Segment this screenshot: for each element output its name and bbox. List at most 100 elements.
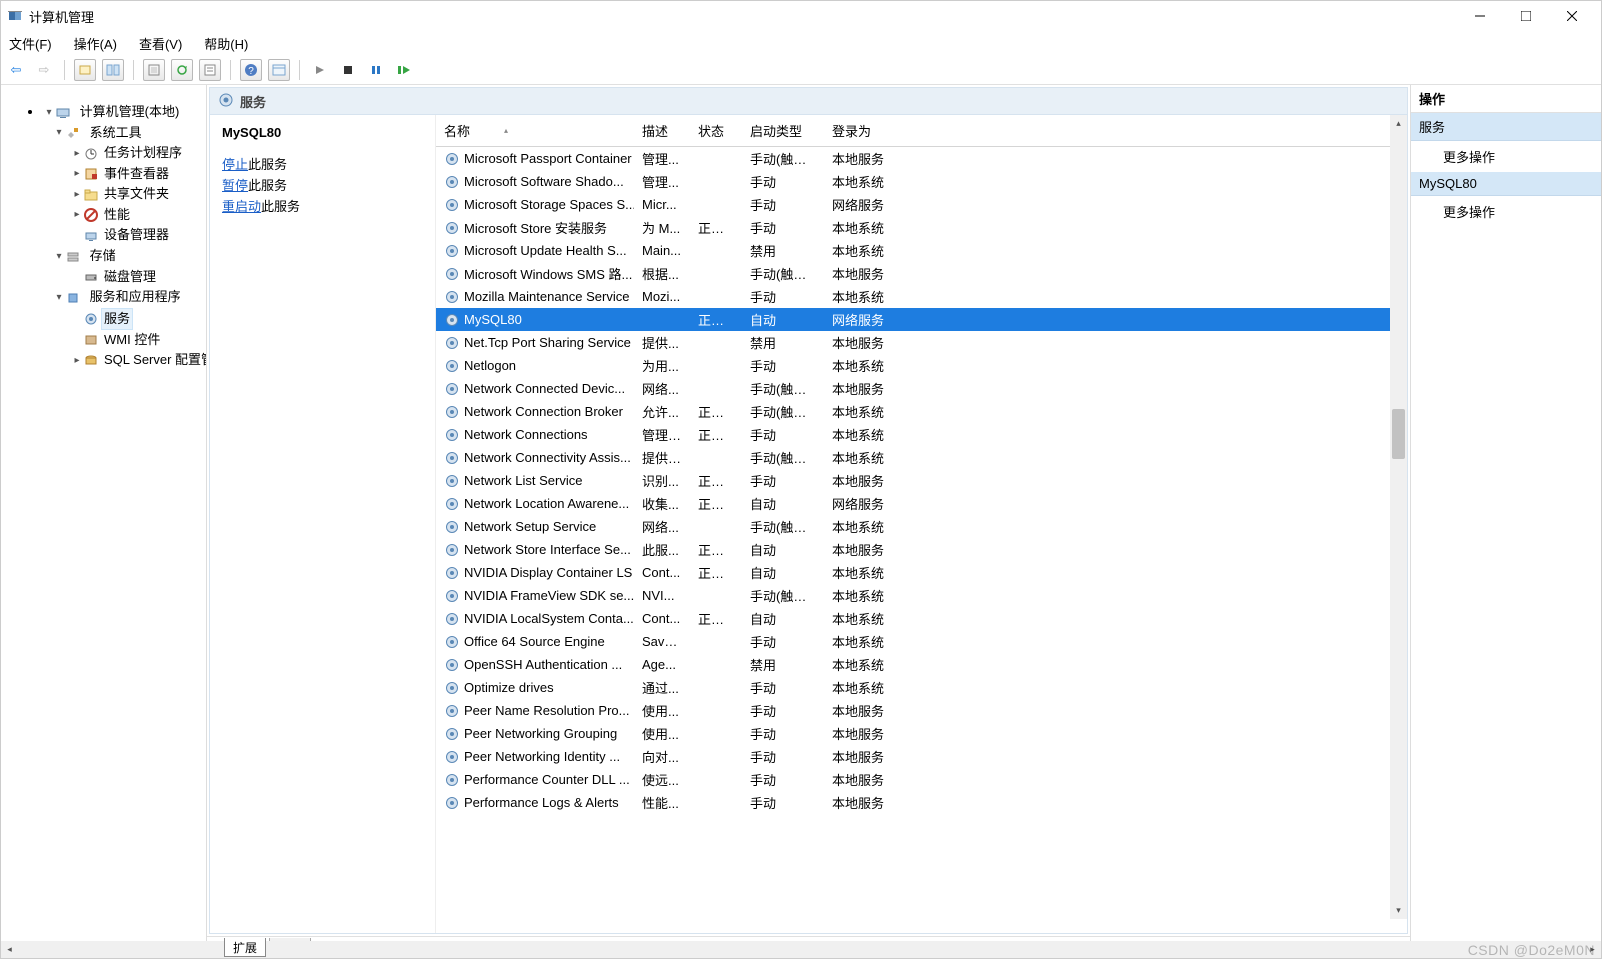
gear-icon [444, 565, 460, 581]
service-status: 正在... [690, 310, 742, 329]
tree-storage[interactable]: 存储 [87, 246, 119, 266]
service-row[interactable]: Network Location Awarene...收集...正在...自动网… [436, 492, 1407, 515]
service-row[interactable]: Network Connection Broker允许...正在...手动(触发… [436, 400, 1407, 423]
service-row[interactable]: Network Setup Service网络...手动(触发...本地系统 [436, 515, 1407, 538]
tree-performance[interactable]: 性能 [101, 205, 133, 225]
prop-button[interactable] [74, 59, 96, 81]
service-row[interactable]: NVIDIA LocalSystem Conta...Cont...正在...自… [436, 607, 1407, 630]
service-row[interactable]: Microsoft Storage Spaces S...Micr...手动网络… [436, 193, 1407, 216]
tab-extended[interactable]: 扩展 [224, 938, 266, 957]
service-startup: 手动 [742, 724, 824, 743]
service-desc: 使远... [634, 770, 690, 789]
service-logon: 本地系统 [824, 241, 934, 260]
service-row[interactable]: Microsoft Windows SMS 路...根据...手动(触发...本… [436, 262, 1407, 285]
service-logon: 本地系统 [824, 632, 934, 651]
service-logon: 本地服务 [824, 540, 934, 559]
service-name: Performance Logs & Alerts [464, 795, 619, 810]
tree-event-viewer[interactable]: 事件查看器 [101, 164, 172, 184]
forward-button[interactable]: ⇨ [33, 59, 55, 81]
service-row[interactable]: Microsoft Software Shado...管理...手动本地系统 [436, 170, 1407, 193]
service-status: 正在... [690, 494, 742, 513]
tree-services[interactable]: 服务 [101, 308, 133, 330]
close-button[interactable] [1549, 1, 1595, 31]
props-icon[interactable] [199, 59, 221, 81]
col-logon[interactable]: 登录为 [824, 115, 934, 146]
service-row[interactable]: Peer Networking Grouping使用...手动本地服务 [436, 722, 1407, 745]
refresh-button[interactable] [171, 59, 193, 81]
restart-button[interactable] [393, 59, 415, 81]
service-row[interactable]: Performance Logs & Alerts性能...手动本地服务 [436, 791, 1407, 814]
service-desc: Cont... [634, 565, 690, 580]
service-row[interactable]: Microsoft Store 安装服务为 M...正在...手动本地系统 [436, 216, 1407, 239]
service-row[interactable]: Network List Service识别...正在...手动本地服务 [436, 469, 1407, 492]
tree-wmi[interactable]: WMI 控件 [101, 330, 163, 350]
tree-shared-folders[interactable]: 共享文件夹 [101, 184, 172, 204]
service-row[interactable]: Network Store Interface Se...此服...正在...自… [436, 538, 1407, 561]
menu-help[interactable]: 帮助(H) [200, 32, 252, 55]
service-name: Network Connections [464, 427, 588, 442]
service-row[interactable]: Netlogon为用...手动本地系统 [436, 354, 1407, 377]
tree-sql-config[interactable]: SQL Server 配置管理器 [101, 350, 207, 370]
help-button[interactable]: ? [240, 59, 262, 81]
restart-link[interactable]: 重启动 [222, 199, 261, 214]
col-name[interactable]: 名称▴ [436, 115, 634, 146]
service-desc: 性能... [634, 793, 690, 812]
service-list[interactable]: 名称▴ 描述 状态 启动类型 登录为 Microsoft Passport Co… [436, 115, 1407, 933]
tree-task-scheduler[interactable]: 任务计划程序 [101, 143, 185, 163]
col-startup[interactable]: 启动类型 [742, 115, 824, 146]
service-logon: 本地服务 [824, 471, 934, 490]
menu-file[interactable]: 文件(F) [5, 32, 56, 55]
service-row[interactable]: Performance Counter DLL ...使远...手动本地服务 [436, 768, 1407, 791]
service-row[interactable]: NVIDIA FrameView SDK se...NVI...手动(触发...… [436, 584, 1407, 607]
service-row[interactable]: OpenSSH Authentication ...Age...禁用本地系统 [436, 653, 1407, 676]
stop-button[interactable] [337, 59, 359, 81]
actions-more-2[interactable]: 更多操作 [1411, 196, 1601, 227]
tree-disk-mgr[interactable]: 磁盘管理 [101, 267, 159, 287]
play-button[interactable] [309, 59, 331, 81]
gear-icon [444, 381, 460, 397]
service-logon: 本地系统 [824, 287, 934, 306]
service-row[interactable]: Network Connectivity Assis...提供 ...手动(触发… [436, 446, 1407, 469]
pause-button[interactable] [365, 59, 387, 81]
service-logon: 本地服务 [824, 701, 934, 720]
service-startup: 手动 [742, 678, 824, 697]
service-row[interactable]: Microsoft Update Health S...Main...禁用本地系… [436, 239, 1407, 262]
service-row[interactable]: Office 64 Source EngineSave...手动本地系统 [436, 630, 1407, 653]
service-row[interactable]: MySQL80正在...自动网络服务 [436, 308, 1407, 331]
service-row[interactable]: NVIDIA Display Container LSCont...正在...自… [436, 561, 1407, 584]
actions-header: 操作 [1411, 85, 1601, 113]
service-row[interactable]: Microsoft Passport Container管理...手动(触发..… [436, 147, 1407, 170]
show-hide-button[interactable] [102, 59, 124, 81]
service-startup: 手动 [742, 793, 824, 812]
svg-text:?: ? [248, 66, 254, 77]
col-desc[interactable]: 描述 [634, 115, 690, 146]
minimize-button[interactable] [1457, 1, 1503, 31]
tools-icon [65, 125, 81, 141]
gear-icon [444, 680, 460, 696]
service-row[interactable]: Mozilla Maintenance ServiceMozi...手动本地系统 [436, 285, 1407, 308]
col-status[interactable]: 状态 [690, 115, 742, 146]
tree-device-mgr[interactable]: 设备管理器 [101, 225, 172, 245]
menu-operate[interactable]: 操作(A) [70, 32, 121, 55]
service-logon: 本地系统 [824, 517, 934, 536]
service-row[interactable]: Network Connections管理"...正在...手动本地系统 [436, 423, 1407, 446]
pause-link[interactable]: 暂停 [222, 178, 248, 193]
tree-system-tools[interactable]: 系统工具 [87, 123, 145, 143]
tree-root[interactable]: 计算机管理(本地) [77, 102, 183, 122]
service-row[interactable]: Optimize drives通过...手动本地系统 [436, 676, 1407, 699]
scrollbar-thumb[interactable] [1392, 409, 1405, 459]
service-row[interactable]: Network Connected Devic...网络...手动(触发...本… [436, 377, 1407, 400]
back-button[interactable]: ⇦ [5, 59, 27, 81]
export-button[interactable] [143, 59, 165, 81]
tree-pane[interactable]: ▾ 计算机管理(本地) ▾ 系统工具 ▸任务计划程序 ▸事件查看器 ▸共享文件夹… [1, 85, 207, 958]
vertical-scrollbar[interactable]: ▴ ▾ [1390, 115, 1407, 919]
menu-view[interactable]: 查看(V) [135, 32, 186, 55]
service-row[interactable]: Net.Tcp Port Sharing Service提供...禁用本地服务 [436, 331, 1407, 354]
tree-services-apps[interactable]: 服务和应用程序 [87, 287, 184, 307]
maximize-button[interactable] [1503, 1, 1549, 31]
service-row[interactable]: Peer Name Resolution Pro...使用...手动本地服务 [436, 699, 1407, 722]
services-view-button[interactable] [268, 59, 290, 81]
service-row[interactable]: Peer Networking Identity ...向对...手动本地服务 [436, 745, 1407, 768]
actions-more-1[interactable]: 更多操作 [1411, 141, 1601, 172]
stop-link[interactable]: 停止 [222, 157, 248, 172]
